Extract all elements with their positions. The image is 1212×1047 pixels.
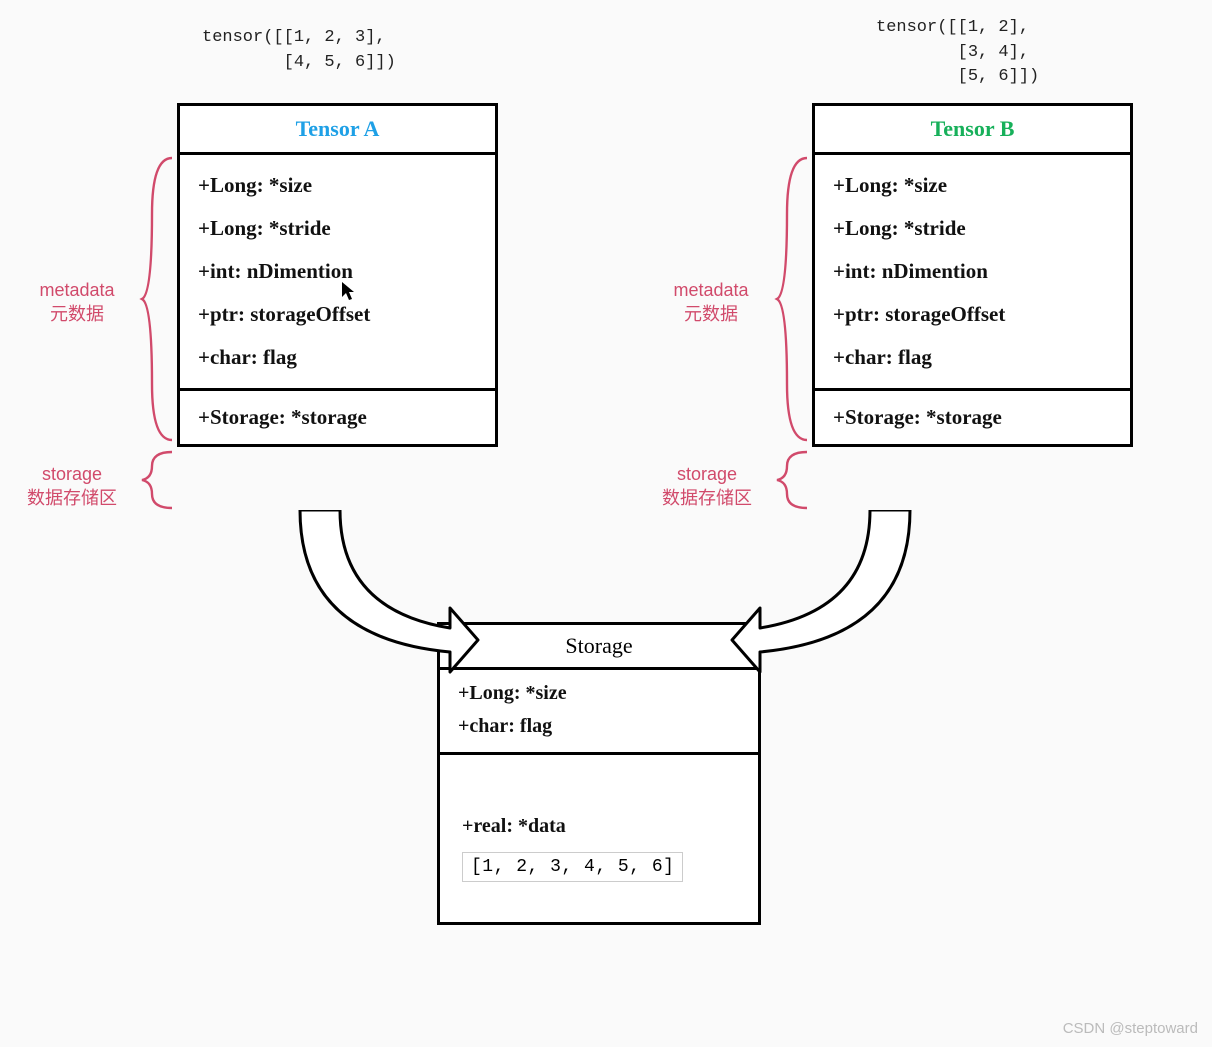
- storage-field-flag: +char: flag: [458, 715, 740, 738]
- field-ndim: +int: nDimention: [833, 259, 1112, 284]
- arrow-a-to-storage: [280, 510, 480, 690]
- field-flag: +char: flag: [833, 345, 1112, 370]
- tensor-a-storage-row: +Storage: *storage: [180, 391, 495, 444]
- watermark: CSDN @steptoward: [1063, 1020, 1198, 1037]
- storage-top-fields: +Long: *size +char: flag: [440, 670, 758, 755]
- brace-storage-b: [773, 448, 813, 512]
- storage-field-size: +Long: *size: [458, 682, 740, 705]
- anno-storage-label: storage: [42, 464, 102, 484]
- anno-metadata-a: metadata 元数据: [22, 278, 132, 327]
- tensor-b-code: tensor([[1, 2], [3, 4], [5, 6]]): [876, 16, 1039, 90]
- anno-metadata-sub: 元数据: [50, 304, 104, 324]
- anno-storage-sub: 数据存储区: [27, 488, 117, 508]
- anno-metadata-sub: 元数据: [684, 304, 738, 324]
- brace-storage-a: [138, 448, 178, 512]
- tensor-a-code: tensor([[1, 2, 3], [4, 5, 6]]): [202, 26, 396, 75]
- storage-bottom: +real: *data [1, 2, 3, 4, 5, 6]: [440, 755, 758, 922]
- anno-storage-a: storage 数据存储区: [12, 462, 132, 511]
- field-flag: +char: flag: [198, 345, 477, 370]
- storage-title: Storage: [440, 625, 758, 670]
- tensor-b-title: Tensor B: [815, 106, 1130, 155]
- anno-metadata-b: metadata 元数据: [656, 278, 766, 327]
- field-ndim: +int: nDimention: [198, 259, 477, 284]
- brace-metadata-a: [138, 154, 178, 444]
- field-stride: +Long: *stride: [198, 216, 477, 241]
- storage-box: Storage +Long: *size +char: flag +real: …: [437, 622, 761, 925]
- tensor-b-metadata: +Long: *size +Long: *stride +int: nDimen…: [815, 155, 1130, 391]
- field-offset: +ptr: storageOffset: [833, 302, 1112, 327]
- field-storage-ptr: +Storage: *storage: [198, 405, 477, 430]
- tensor-a-box: Tensor A +Long: *size +Long: *stride +in…: [177, 103, 498, 447]
- field-offset: +ptr: storageOffset: [198, 302, 477, 327]
- field-stride: +Long: *stride: [833, 216, 1112, 241]
- storage-field-data: +real: *data: [462, 815, 740, 838]
- field-storage-ptr: +Storage: *storage: [833, 405, 1112, 430]
- arrow-b-to-storage: [730, 510, 930, 690]
- tensor-b-storage-row: +Storage: *storage: [815, 391, 1130, 444]
- anno-storage-b: storage 数据存储区: [647, 462, 767, 511]
- anno-storage-sub: 数据存储区: [662, 488, 752, 508]
- tensor-b-box: Tensor B +Long: *size +Long: *stride +in…: [812, 103, 1133, 447]
- field-size: +Long: *size: [833, 173, 1112, 198]
- anno-metadata-label: metadata: [39, 280, 114, 300]
- tensor-a-metadata: +Long: *size +Long: *stride +int: nDimen…: [180, 155, 495, 391]
- anno-storage-label: storage: [677, 464, 737, 484]
- tensor-a-title: Tensor A: [180, 106, 495, 155]
- anno-metadata-label: metadata: [673, 280, 748, 300]
- storage-data-values: [1, 2, 3, 4, 5, 6]: [462, 852, 683, 882]
- field-size: +Long: *size: [198, 173, 477, 198]
- brace-metadata-b: [773, 154, 813, 444]
